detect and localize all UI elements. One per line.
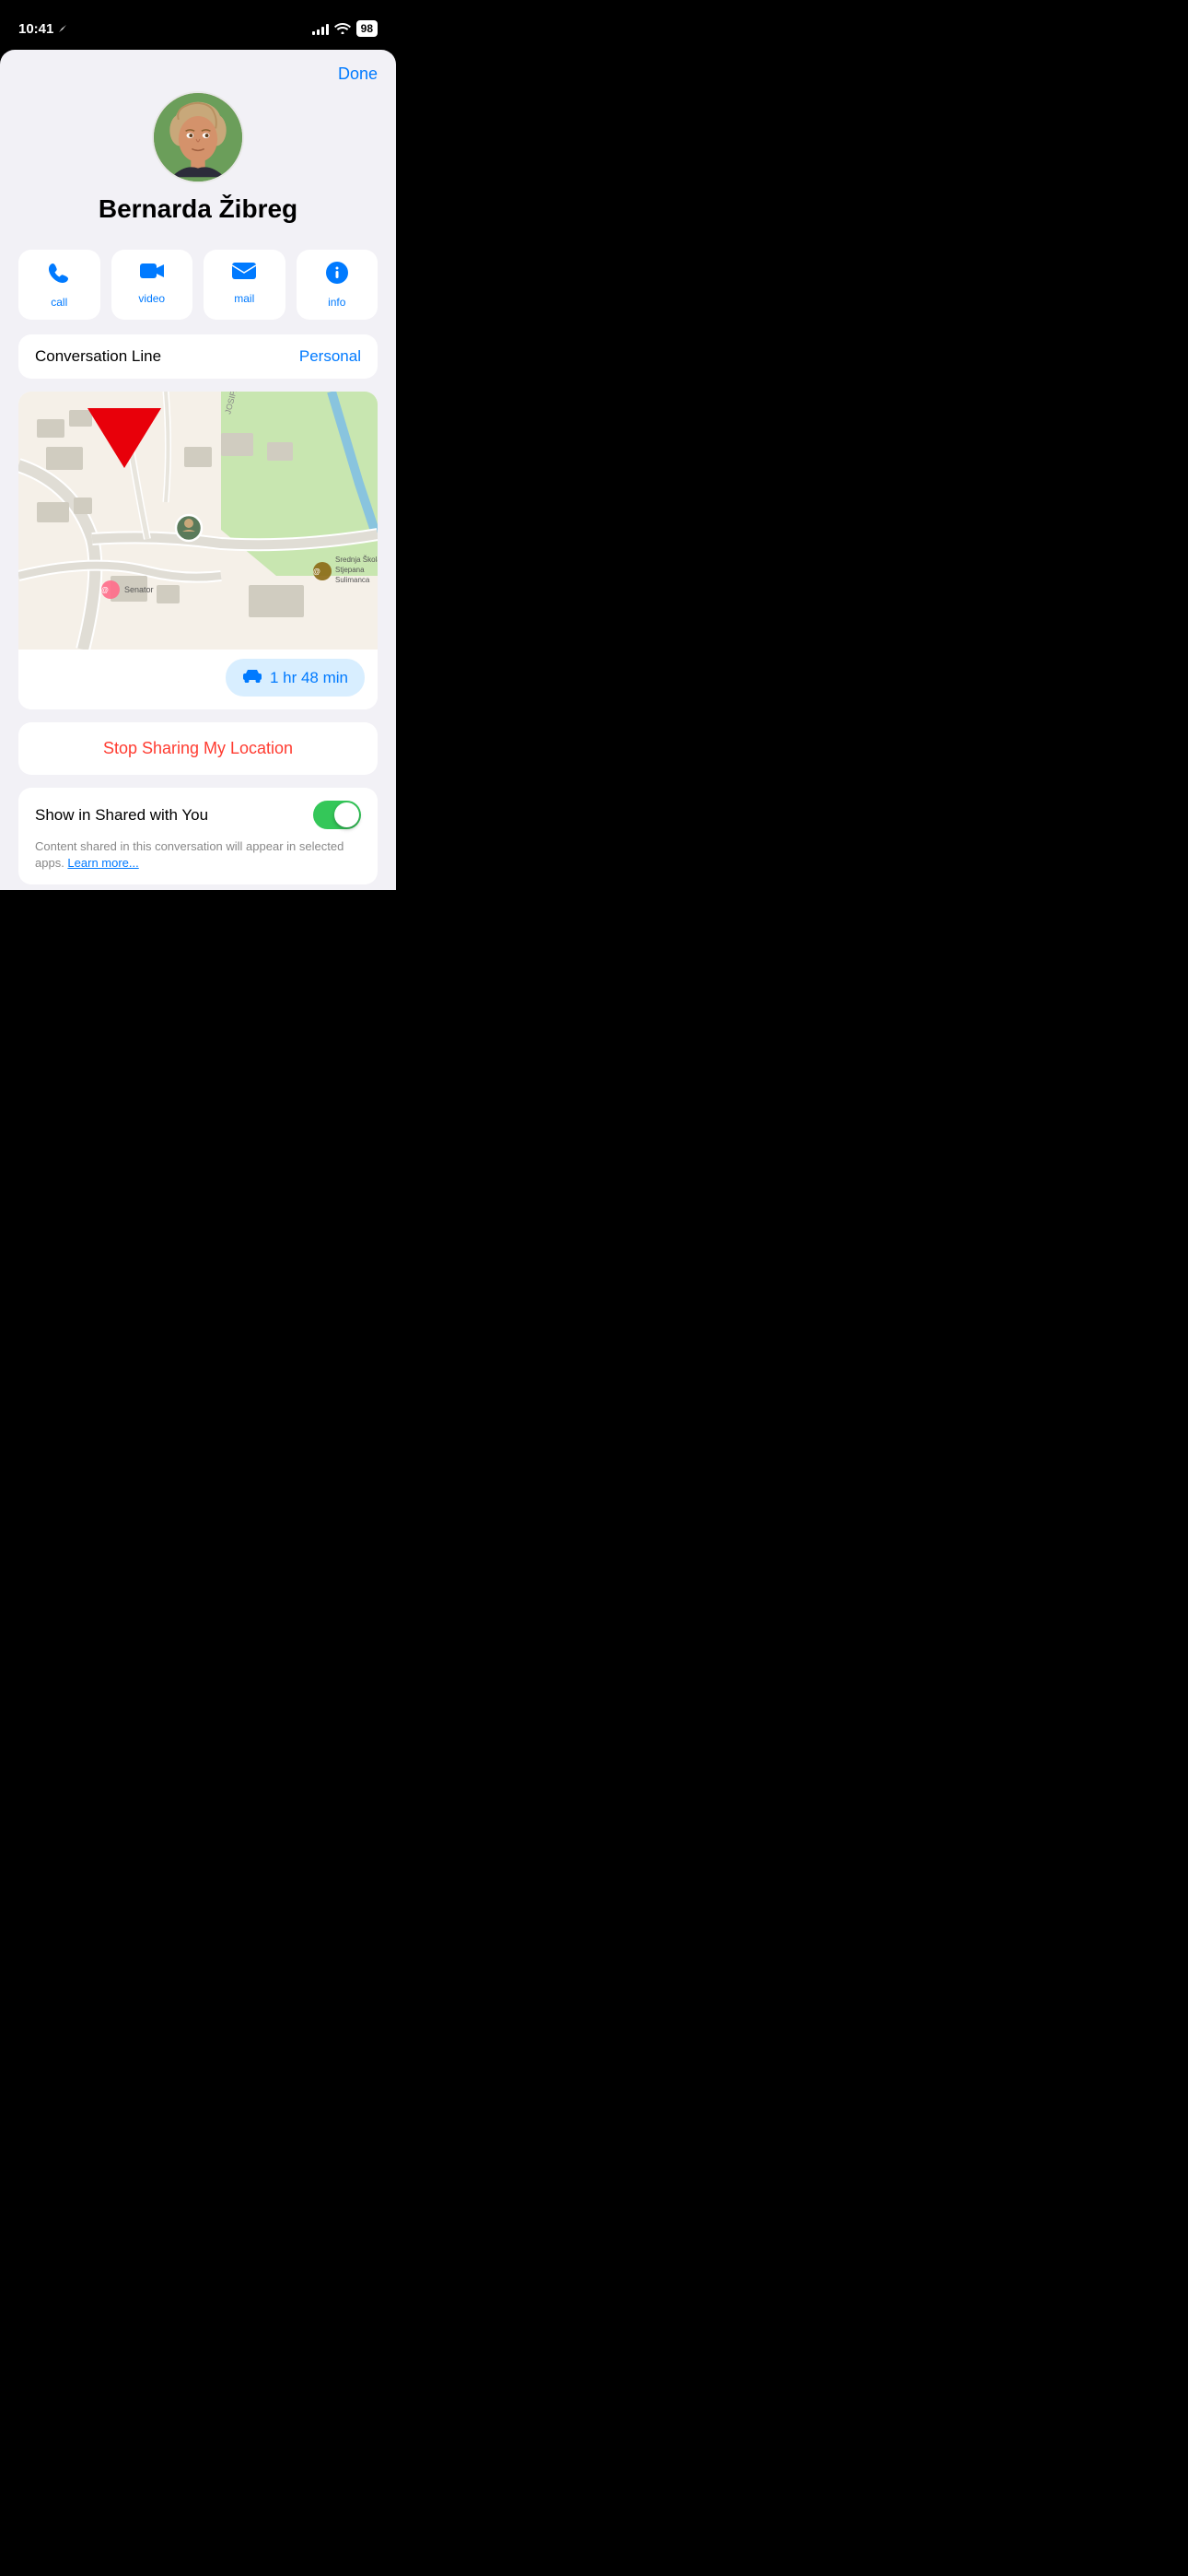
mail-button[interactable]: mail — [204, 250, 285, 320]
info-label: info — [328, 296, 345, 309]
shared-label: Show in Shared with You — [35, 806, 208, 825]
call-button[interactable]: call — [18, 250, 100, 320]
status-bar: 10:41 98 — [0, 0, 396, 46]
battery-icon: 98 — [356, 20, 378, 37]
video-icon — [139, 261, 165, 287]
info-button[interactable]: info — [297, 250, 379, 320]
contact-name: Bernarda Žibreg — [80, 194, 316, 224]
svg-text:@: @ — [313, 568, 320, 576]
conversation-label: Conversation Line — [35, 347, 161, 366]
map-bottom: 1 hr 48 min — [18, 650, 378, 709]
mail-label: mail — [234, 292, 254, 305]
svg-text:Srednja Škola: Srednja Škola — [335, 556, 378, 564]
done-button[interactable]: Done — [338, 64, 378, 84]
status-left: 10:41 — [18, 21, 68, 37]
mail-icon — [231, 261, 257, 287]
stop-sharing-text: Stop Sharing My Location — [103, 739, 293, 758]
toggle-knob — [334, 802, 359, 827]
avatar — [152, 91, 244, 183]
stop-sharing-row[interactable]: Stop Sharing My Location — [18, 722, 378, 775]
call-icon — [47, 261, 71, 290]
status-right: 98 — [312, 20, 378, 37]
battery-level: 98 — [361, 22, 373, 35]
video-label: video — [138, 292, 165, 305]
action-buttons: call video mail — [18, 250, 378, 320]
svg-text:@: @ — [101, 586, 109, 594]
conversation-value[interactable]: Personal — [299, 347, 361, 366]
avatar-section: Bernarda Žibreg — [80, 91, 316, 224]
wifi-icon — [334, 21, 351, 37]
car-icon — [242, 668, 262, 687]
learn-more-link[interactable]: Learn more... — [67, 856, 138, 870]
svg-text:Sulimanca: Sulimanca — [335, 576, 370, 584]
eta-badge[interactable]: 1 hr 48 min — [226, 659, 365, 697]
info-icon — [325, 261, 349, 290]
shared-description: Content shared in this conversation will… — [35, 838, 361, 872]
shared-with-you-section: Show in Shared with You Content shared i… — [18, 788, 378, 884]
map-container[interactable]: JOSIPA JU @ Senator @ Srednja Škola Stje… — [18, 392, 378, 709]
signal-icon — [312, 22, 329, 35]
main-sheet: Done — [0, 50, 396, 890]
svg-text:Stjepana: Stjepana — [335, 566, 365, 574]
time-display: 10:41 — [18, 21, 53, 37]
shared-toggle[interactable] — [313, 801, 361, 829]
location-arrow-icon — [57, 23, 68, 34]
call-label: call — [51, 296, 67, 309]
conversation-row: Conversation Line Personal — [18, 334, 378, 379]
eta-text: 1 hr 48 min — [270, 669, 348, 687]
done-row: Done — [0, 50, 396, 91]
video-button[interactable]: video — [111, 250, 193, 320]
map-area: JOSIPA JU @ Senator @ Srednja Škola Stje… — [18, 392, 378, 650]
shared-row: Show in Shared with You — [35, 801, 361, 829]
svg-text:Senator: Senator — [124, 585, 154, 594]
